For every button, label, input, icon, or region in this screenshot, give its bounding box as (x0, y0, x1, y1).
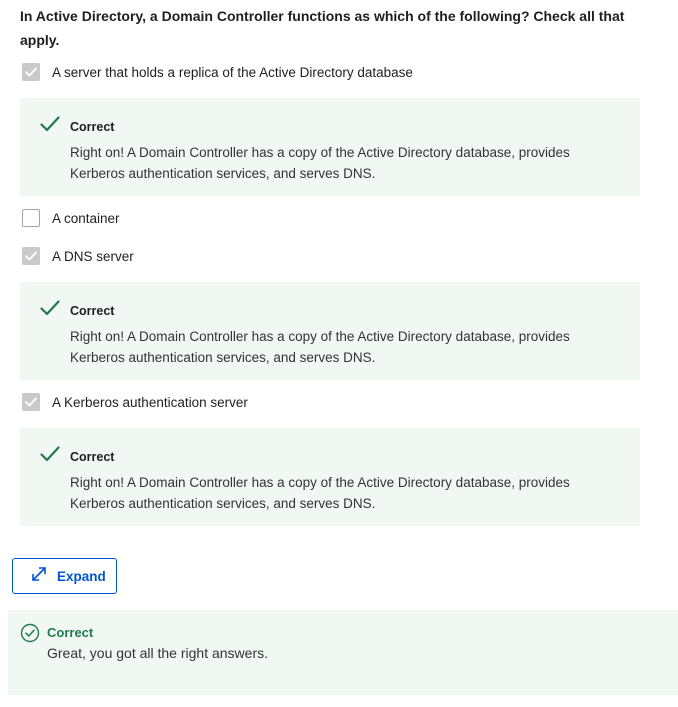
option-label: A Kerberos authentication server (52, 394, 248, 410)
checkbox-checked[interactable] (22, 393, 40, 411)
question-text: In Active Directory, a Domain Controller… (20, 8, 625, 48)
option-replica-server[interactable]: A server that holds a replica of the Act… (22, 62, 413, 82)
feedback-text: Right on! A Domain Controller has a copy… (70, 475, 570, 511)
quiz-question-page: In Active Directory, a Domain Controller… (0, 0, 678, 707)
expand-button-label: Expand (57, 568, 106, 584)
feedback-title: Correct (70, 304, 115, 318)
option-dns-server[interactable]: A DNS server (22, 246, 134, 266)
check-icon (40, 446, 60, 467)
feedback-text: Right on! A Domain Controller has a copy… (70, 329, 570, 365)
checkbox-checked[interactable] (22, 63, 40, 81)
feedback-text: Right on! A Domain Controller has a copy… (70, 145, 570, 181)
result-title: Correct (47, 625, 94, 640)
check-circle-icon (20, 623, 40, 648)
option-label: A DNS server (52, 248, 134, 264)
feedback-title: Correct (70, 450, 115, 464)
checkmark-icon (25, 251, 37, 261)
option-feedback: Correct Right on! A Domain Controller ha… (20, 282, 640, 380)
checkmark-icon (25, 397, 37, 407)
option-label: A container (52, 210, 120, 226)
check-icon (40, 116, 60, 137)
expand-button[interactable]: Expand (12, 558, 117, 594)
option-kerberos-server[interactable]: A Kerberos authentication server (22, 392, 248, 412)
result-text: Great, you got all the right answers. (47, 645, 268, 661)
expand-arrows-icon (29, 564, 49, 589)
check-icon (40, 300, 60, 321)
option-feedback: Correct Right on! A Domain Controller ha… (20, 98, 640, 196)
checkmark-icon (25, 67, 37, 77)
feedback-title: Correct (70, 120, 115, 134)
checkbox-unchecked[interactable] (22, 209, 40, 227)
checkbox-checked[interactable] (22, 247, 40, 265)
result-banner: Correct Great, you got all the right ans… (8, 610, 678, 695)
option-feedback: Correct Right on! A Domain Controller ha… (20, 428, 640, 526)
option-label: A server that holds a replica of the Act… (52, 64, 413, 80)
option-container[interactable]: A container (22, 208, 120, 228)
